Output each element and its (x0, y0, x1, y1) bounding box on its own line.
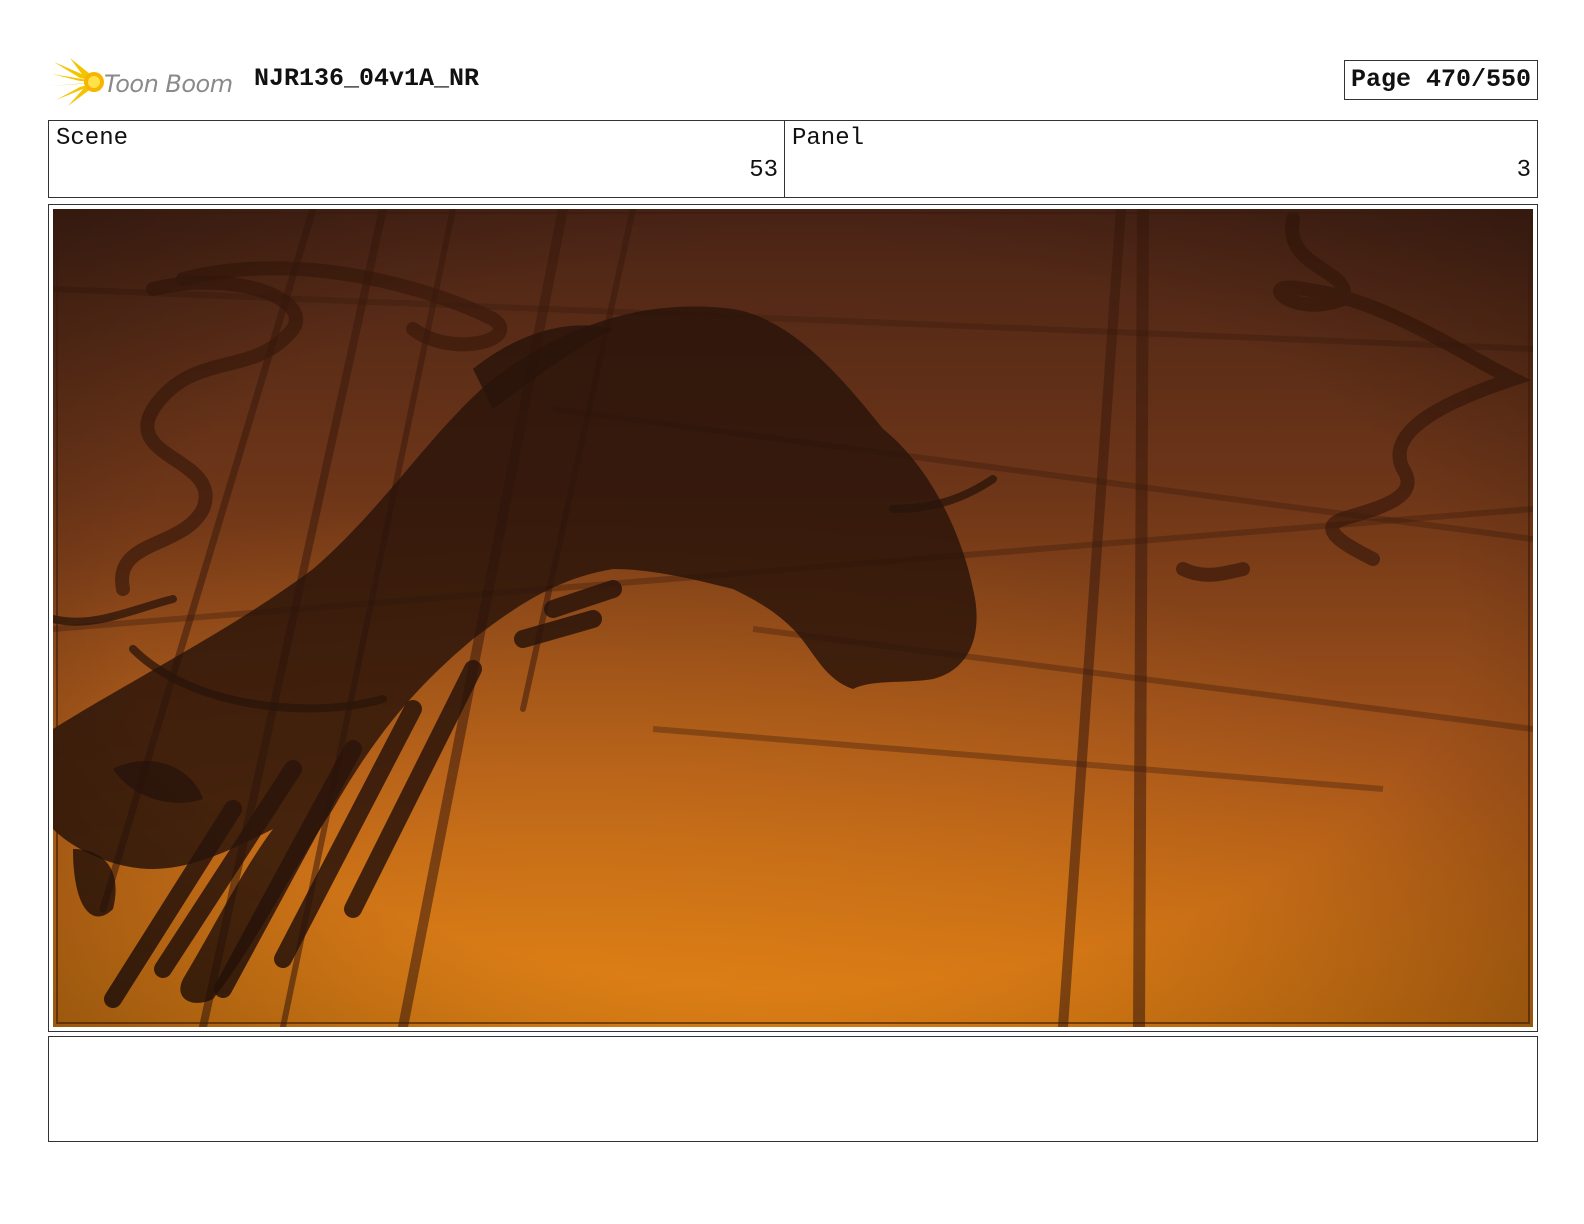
panel-number: 3 (1516, 157, 1531, 184)
scene-panel-info: Scene 53 Panel 3 (48, 120, 1538, 198)
notes-box (48, 1036, 1538, 1142)
panel-cell: Panel 3 (785, 121, 1537, 197)
storyboard-panel-image (53, 209, 1533, 1027)
sunburst-icon (50, 58, 104, 106)
scene-number: 53 (749, 157, 778, 184)
project-title: NJR136_04v1A_NR (254, 64, 480, 93)
page-header: Toon Boom NJR136_04v1A_NR Page 470/550 (48, 52, 1538, 108)
logo-text: Toon Boom (104, 70, 233, 98)
scene-cell: Scene 53 (49, 121, 785, 197)
toon-boom-logo: Toon Boom (50, 56, 240, 108)
storyboard-artwork (53, 209, 1533, 1027)
panel-frame (48, 204, 1538, 1032)
panel-label: Panel (792, 125, 865, 152)
page-indicator: Page 470/550 (1343, 60, 1538, 100)
scene-label: Scene (56, 125, 129, 152)
